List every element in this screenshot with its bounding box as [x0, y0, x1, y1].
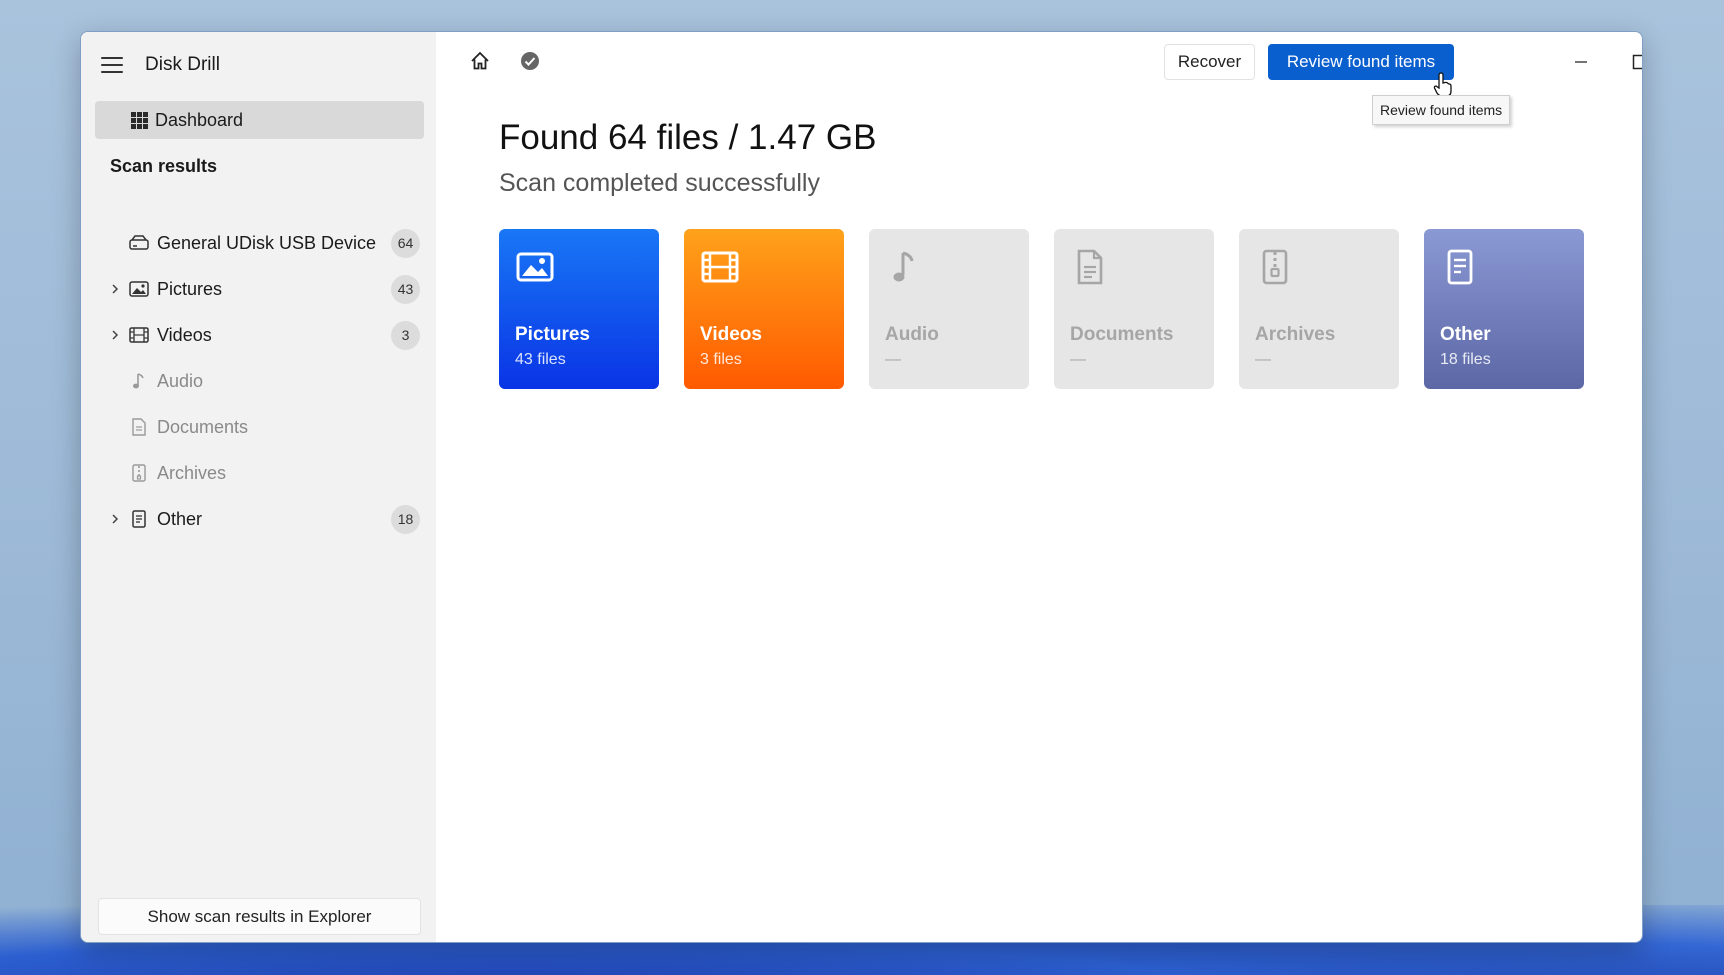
sidebar-item-label: Videos — [157, 324, 212, 345]
sidebar-item-archives[interactable]: Archives — [81, 453, 436, 493]
card-subtitle: 18 files — [1440, 351, 1491, 368]
show-in-explorer-button[interactable]: Show scan results in Explorer — [98, 898, 421, 935]
count-badge: 18 — [391, 504, 420, 534]
toolbar — [469, 50, 541, 72]
app-title: Disk Drill — [145, 54, 220, 75]
sidebar-item-label: Pictures — [157, 278, 223, 299]
picture-icon — [516, 252, 554, 282]
card-archives[interactable]: Archives — — [1239, 229, 1399, 389]
card-other[interactable]: Other 18 files — [1424, 229, 1584, 389]
check-circle-icon[interactable] — [519, 50, 541, 72]
sidebar-item-label: Archives — [157, 462, 227, 483]
chevron-right-icon[interactable] — [108, 328, 122, 342]
sidebar-item-audio[interactable]: Audio — [81, 361, 436, 401]
recover-button[interactable]: Recover — [1164, 44, 1255, 80]
sidebar-item-label: Dashboard — [155, 109, 244, 130]
card-videos[interactable]: Videos 3 files — [684, 229, 844, 389]
film-icon — [129, 325, 149, 345]
page-title: Found 64 files / 1.47 GB — [499, 118, 877, 157]
card-title: Archives — [1255, 324, 1336, 345]
tooltip: Review found items — [1372, 95, 1511, 125]
sidebar-item-dashboard[interactable]: Dashboard — [95, 101, 424, 139]
drive-icon — [129, 233, 149, 253]
scan-status: Scan completed successfully — [499, 169, 820, 197]
picture-icon — [129, 279, 149, 299]
sidebar-item-label: Documents — [157, 416, 249, 437]
card-subtitle: — — [885, 351, 901, 368]
count-badge: 3 — [391, 320, 420, 350]
card-audio[interactable]: Audio — — [869, 229, 1029, 389]
archive-icon — [129, 463, 149, 483]
maximize-icon[interactable] — [1625, 47, 1642, 77]
grid-icon — [131, 112, 148, 129]
other-file-icon — [1447, 249, 1473, 285]
music-note-icon — [129, 371, 149, 391]
sidebar-item-documents[interactable]: Documents — [81, 407, 436, 447]
review-found-items-button[interactable]: Review found items — [1268, 44, 1454, 80]
sidebar-item-videos[interactable]: Videos 3 — [81, 315, 436, 355]
sidebar-item-other[interactable]: Other 18 — [81, 499, 436, 539]
count-badge: 43 — [391, 274, 420, 304]
film-icon — [701, 251, 739, 283]
other-file-icon — [129, 509, 149, 529]
home-icon[interactable] — [469, 50, 491, 72]
sidebar-item-label: General UDisk USB Device — [157, 232, 377, 253]
sidebar-item-label: Audio — [157, 370, 204, 391]
card-documents[interactable]: Documents — — [1054, 229, 1214, 389]
card-title: Documents — [1070, 324, 1174, 345]
main-content: Recover Review found items Review found … — [436, 32, 1642, 942]
chevron-right-icon[interactable] — [108, 512, 122, 526]
document-icon — [129, 417, 149, 437]
document-icon — [1077, 249, 1103, 285]
sidebar: Disk Drill Dashboard Scan results Genera… — [81, 32, 436, 942]
app-window: Disk Drill Dashboard Scan results Genera… — [80, 31, 1643, 943]
minimize-icon[interactable] — [1566, 47, 1596, 77]
card-title: Other — [1440, 324, 1491, 345]
card-subtitle: 43 files — [515, 351, 566, 368]
card-title: Pictures — [515, 324, 590, 345]
chevron-right-icon[interactable] — [108, 282, 122, 296]
archive-icon — [1262, 249, 1288, 285]
app-header: Disk Drill — [101, 50, 220, 80]
music-note-icon — [893, 251, 914, 282]
hamburger-menu-icon[interactable] — [101, 57, 123, 73]
sidebar-item-pictures[interactable]: Pictures 43 — [81, 269, 436, 309]
sidebar-item-label: Other — [157, 508, 203, 529]
count-badge: 64 — [391, 228, 420, 258]
sidebar-item-usb-device[interactable]: General UDisk USB Device 64 — [81, 223, 436, 263]
card-title: Audio — [885, 324, 939, 345]
category-cards: Pictures 43 files Videos 3 files Audio —… — [499, 229, 1584, 389]
card-pictures[interactable]: Pictures 43 files — [499, 229, 659, 389]
card-subtitle: 3 files — [700, 351, 742, 368]
card-subtitle: — — [1255, 351, 1271, 368]
card-subtitle: — — [1070, 351, 1086, 368]
card-title: Videos — [700, 324, 762, 345]
scan-results-heading: Scan results — [110, 156, 218, 176]
